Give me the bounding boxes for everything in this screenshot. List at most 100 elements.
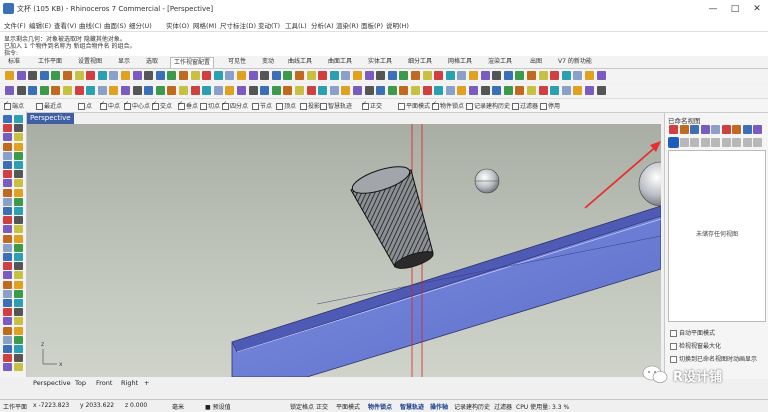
panel-tab-icon[interactable] bbox=[700, 125, 710, 134]
left-toolbar-icon[interactable] bbox=[14, 234, 23, 243]
menu-view[interactable]: 查看(V) bbox=[54, 20, 77, 30]
toolbar-command-icon[interactable] bbox=[283, 71, 293, 80]
osnap-checkbox[interactable]: 四分点 bbox=[222, 100, 248, 110]
left-toolbar-icon[interactable] bbox=[3, 225, 12, 234]
left-toolbar-icon[interactable] bbox=[3, 142, 12, 151]
menu-render[interactable]: 渲染(R) bbox=[336, 20, 359, 30]
toolbar-command-icon[interactable] bbox=[39, 71, 49, 80]
toolbar-command-icon[interactable] bbox=[86, 86, 96, 95]
left-toolbar-icon[interactable] bbox=[14, 326, 23, 335]
left-toolbar-icon[interactable] bbox=[3, 363, 12, 372]
panel-tab-icon[interactable] bbox=[669, 125, 678, 134]
osnap-checkbox[interactable]: 节点 bbox=[252, 101, 272, 110]
toolbar-command-icon[interactable] bbox=[51, 86, 61, 95]
toolbar-command-icon[interactable] bbox=[237, 71, 246, 80]
left-toolbar-icon[interactable] bbox=[14, 179, 23, 188]
toolbar-command-icon[interactable] bbox=[202, 71, 212, 80]
left-toolbar-icon[interactable] bbox=[3, 243, 12, 252]
toolbar-command-icon[interactable] bbox=[63, 71, 72, 80]
maximize-button[interactable]: □ bbox=[724, 0, 746, 18]
toolbar-command-icon[interactable] bbox=[155, 71, 165, 80]
tab-render-tools[interactable]: 渲染工具 bbox=[488, 57, 512, 67]
left-toolbar-icon[interactable] bbox=[14, 161, 23, 169]
menu-surface[interactable]: 曲面(S) bbox=[104, 20, 126, 30]
panel-tab-icon[interactable] bbox=[742, 125, 752, 134]
toolbar-command-icon[interactable] bbox=[16, 86, 26, 95]
toolbar-command-icon[interactable] bbox=[16, 71, 26, 80]
osnap-checkbox[interactable]: 物件锁点 bbox=[432, 100, 464, 110]
toolbar-command-icon[interactable] bbox=[318, 86, 328, 95]
viewport-tab-front[interactable]: Front bbox=[96, 379, 112, 387]
option-maximize-viewport[interactable]: 检视视窗最大化 bbox=[670, 341, 721, 350]
left-toolbar-icon[interactable] bbox=[3, 335, 12, 344]
osnap-checkbox[interactable]: 平面模式 bbox=[398, 101, 430, 110]
left-toolbar-icon[interactable] bbox=[14, 271, 23, 280]
left-toolbar-icon[interactable] bbox=[14, 225, 23, 234]
osnap-checkbox[interactable]: 最近点 bbox=[36, 101, 62, 110]
toolbar-command-icon[interactable] bbox=[434, 86, 444, 95]
toolbar-command-icon[interactable] bbox=[237, 86, 246, 95]
panel-tool-icon[interactable] bbox=[721, 138, 731, 147]
tab-transform[interactable]: 变动 bbox=[262, 57, 274, 67]
osnap-checkbox[interactable]: 点 bbox=[78, 101, 92, 110]
panel-tab-icon[interactable] bbox=[711, 125, 720, 134]
menu-subd[interactable]: 细分(U) bbox=[129, 20, 152, 30]
toolbar-command-icon[interactable] bbox=[492, 71, 502, 80]
toolbar-command-icon[interactable] bbox=[596, 71, 606, 80]
toolbar-command-icon[interactable] bbox=[86, 71, 96, 80]
tab-standard[interactable]: 标准 bbox=[8, 57, 20, 67]
toolbar-command-icon[interactable] bbox=[503, 86, 513, 95]
left-toolbar-icon[interactable] bbox=[3, 317, 12, 326]
toolbar-command-icon[interactable] bbox=[225, 86, 235, 95]
toolbar-command-icon[interactable] bbox=[306, 71, 316, 80]
toolbar-command-icon[interactable] bbox=[573, 71, 583, 80]
toolbar-command-icon[interactable] bbox=[515, 86, 525, 95]
toolbar-command-icon[interactable] bbox=[190, 71, 200, 80]
menu-analyze[interactable]: 分析(A) bbox=[311, 20, 334, 30]
left-toolbar-icon[interactable] bbox=[14, 124, 23, 133]
toolbar-command-icon[interactable] bbox=[422, 86, 432, 95]
left-toolbar-icon[interactable] bbox=[14, 151, 23, 160]
left-toolbar-icon[interactable] bbox=[3, 262, 12, 271]
left-toolbar-icon[interactable] bbox=[3, 188, 12, 197]
menu-transform[interactable]: 变动(T) bbox=[258, 20, 280, 30]
toolbar-command-icon[interactable] bbox=[329, 86, 339, 95]
toolbar-command-icon[interactable] bbox=[306, 86, 316, 95]
osnap-checkbox[interactable]: 交点 bbox=[152, 100, 172, 110]
viewport-tab-top[interactable]: Top bbox=[75, 379, 86, 387]
panel-tool-icon[interactable] bbox=[700, 138, 710, 147]
toolbar-command-icon[interactable] bbox=[387, 71, 397, 80]
panel-tool-icon[interactable] bbox=[711, 138, 720, 147]
left-toolbar-icon[interactable] bbox=[14, 262, 23, 271]
left-toolbar-icon[interactable] bbox=[14, 354, 23, 363]
left-toolbar-icon[interactable] bbox=[3, 115, 12, 123]
toolbar-command-icon[interactable] bbox=[295, 86, 304, 95]
panel-tool-icon[interactable] bbox=[679, 138, 689, 147]
left-toolbar-icon[interactable] bbox=[3, 299, 12, 307]
left-toolbar-icon[interactable] bbox=[3, 216, 12, 225]
tab-surface-tools[interactable]: 曲面工具 bbox=[328, 57, 352, 67]
status-layer[interactable]: ■ 预设值 bbox=[205, 402, 231, 411]
tab-drafting[interactable]: 出图 bbox=[530, 57, 542, 67]
toolbar-command-icon[interactable] bbox=[469, 86, 478, 95]
tab-curve-tools[interactable]: 曲线工具 bbox=[288, 57, 312, 67]
osnap-checkbox[interactable]: 垂点 bbox=[178, 100, 198, 110]
toolbar-command-icon[interactable] bbox=[271, 71, 281, 80]
panel-tab-icon[interactable] bbox=[679, 125, 689, 134]
toolbar-command-icon[interactable] bbox=[97, 86, 107, 95]
left-toolbar-icon[interactable] bbox=[3, 253, 12, 261]
toolbar-command-icon[interactable] bbox=[132, 71, 142, 80]
menu-edit[interactable]: 编辑(E) bbox=[29, 20, 51, 30]
toolbar-command-icon[interactable] bbox=[445, 71, 455, 80]
panel-tool-icon[interactable] bbox=[753, 138, 762, 147]
osnap-checkbox[interactable]: 切点 bbox=[200, 101, 220, 110]
left-toolbar-icon[interactable] bbox=[14, 280, 23, 289]
menu-solid[interactable]: 实体(O) bbox=[166, 20, 189, 30]
left-toolbar-icon[interactable] bbox=[3, 345, 12, 353]
left-toolbar-icon[interactable] bbox=[3, 326, 12, 335]
left-toolbar-icon[interactable] bbox=[3, 161, 12, 169]
toolbar-command-icon[interactable] bbox=[411, 86, 420, 95]
menu-curve[interactable]: 曲线(C) bbox=[79, 20, 102, 30]
toolbar-command-icon[interactable] bbox=[28, 86, 38, 95]
toolbar-command-icon[interactable] bbox=[167, 86, 177, 95]
